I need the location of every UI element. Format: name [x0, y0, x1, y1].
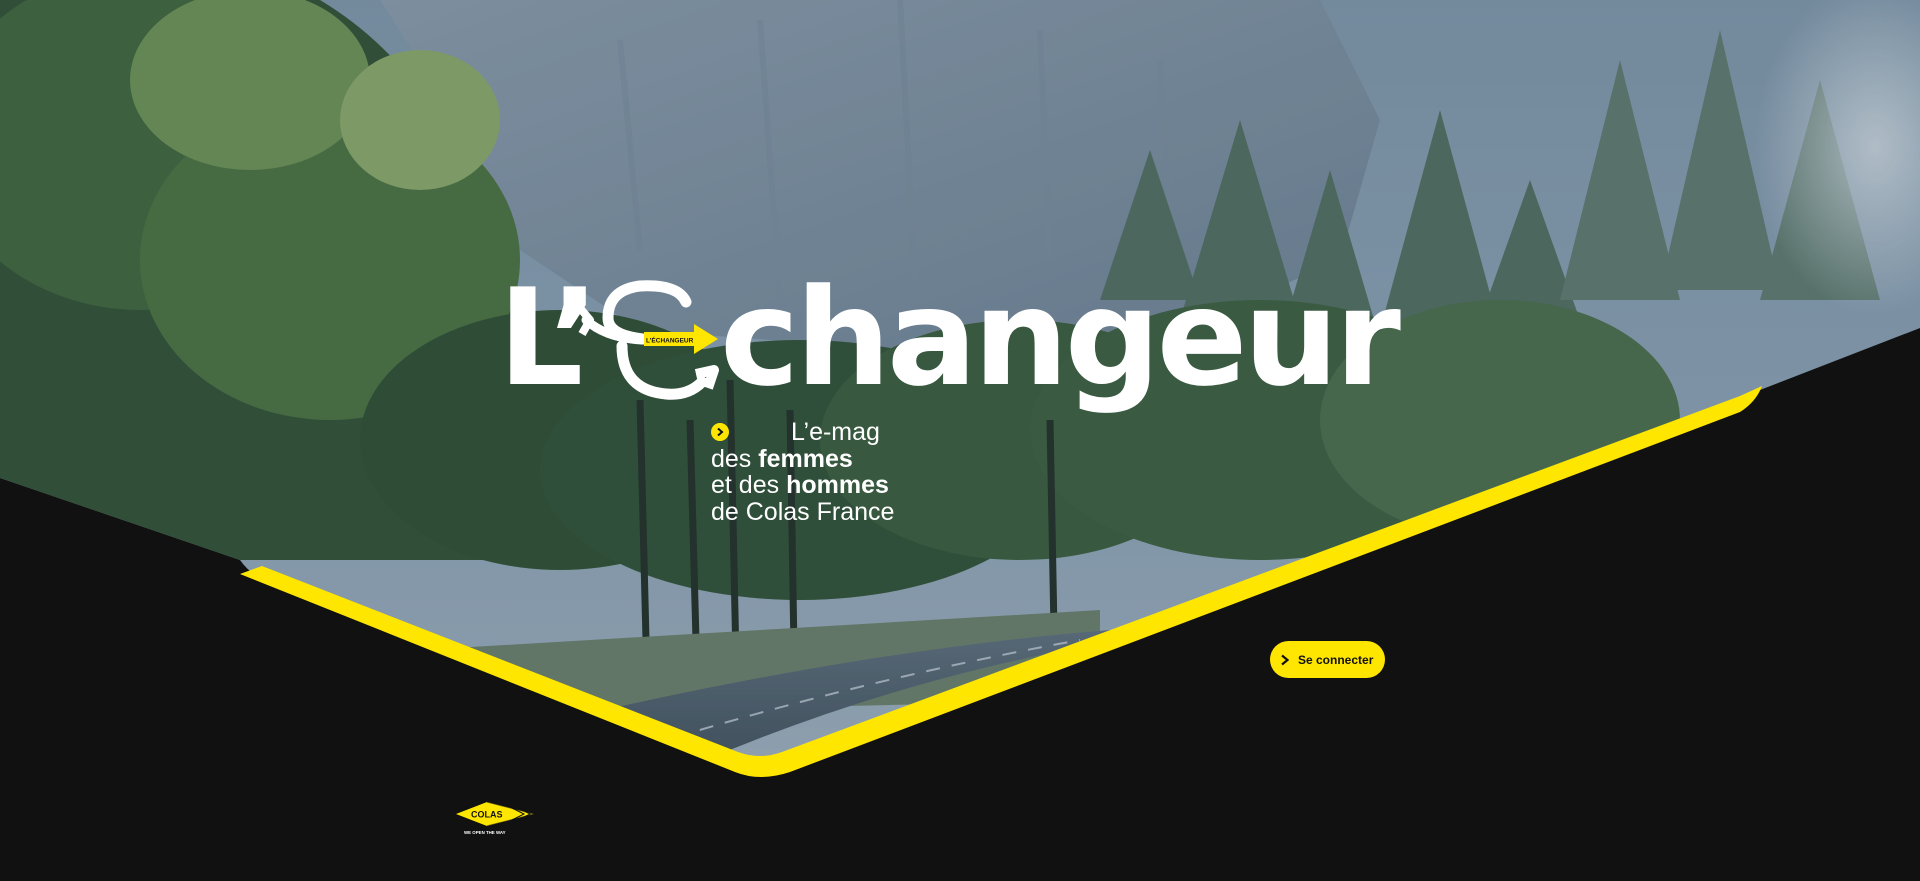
- colas-logo-slogan: WE OPEN THE WAY: [464, 830, 506, 835]
- logo-word-changeur: changeur: [720, 260, 1401, 416]
- tagline-line-2: des femmes: [711, 444, 894, 473]
- tagline-line-4: de Colas France: [711, 497, 895, 526]
- logo-e-swirl-icon: L’ÉCHANGEUR: [578, 280, 719, 400]
- chevron-right-icon: [1281, 654, 1290, 665]
- hero-background: [0, 0, 1920, 881]
- lechangeur-logo[interactable]: L’ L’ÉCHANGEUR changeur: [498, 268, 1401, 408]
- tagline-femmes: femmes: [758, 444, 853, 473]
- arrow-right-circle-icon: [711, 423, 729, 442]
- colas-logo[interactable]: COLAS WE OPEN THE WAY: [454, 798, 536, 838]
- login-button-label: Se connecter: [1298, 652, 1374, 667]
- page: L’ L’ÉCHANGEUR changeur L’e-mag des femm…: [0, 0, 1920, 881]
- colas-logo-wordmark: COLAS: [471, 810, 503, 820]
- tagline-text: et des: [711, 471, 787, 499]
- tagline-line-3: et des hommes: [711, 472, 894, 499]
- hero-tagline: L’e-mag des femmes et des hommes de Cola…: [711, 419, 894, 525]
- tagline-text: des: [711, 444, 759, 473]
- tagline-emag: L’e-mag: [791, 418, 880, 446]
- tagline-hommes: hommes: [786, 471, 889, 499]
- tagline-line-1: L’e-mag: [711, 419, 894, 446]
- logo-arrow-label: L’ÉCHANGEUR: [646, 336, 694, 345]
- login-button[interactable]: Se connecter: [1270, 641, 1385, 678]
